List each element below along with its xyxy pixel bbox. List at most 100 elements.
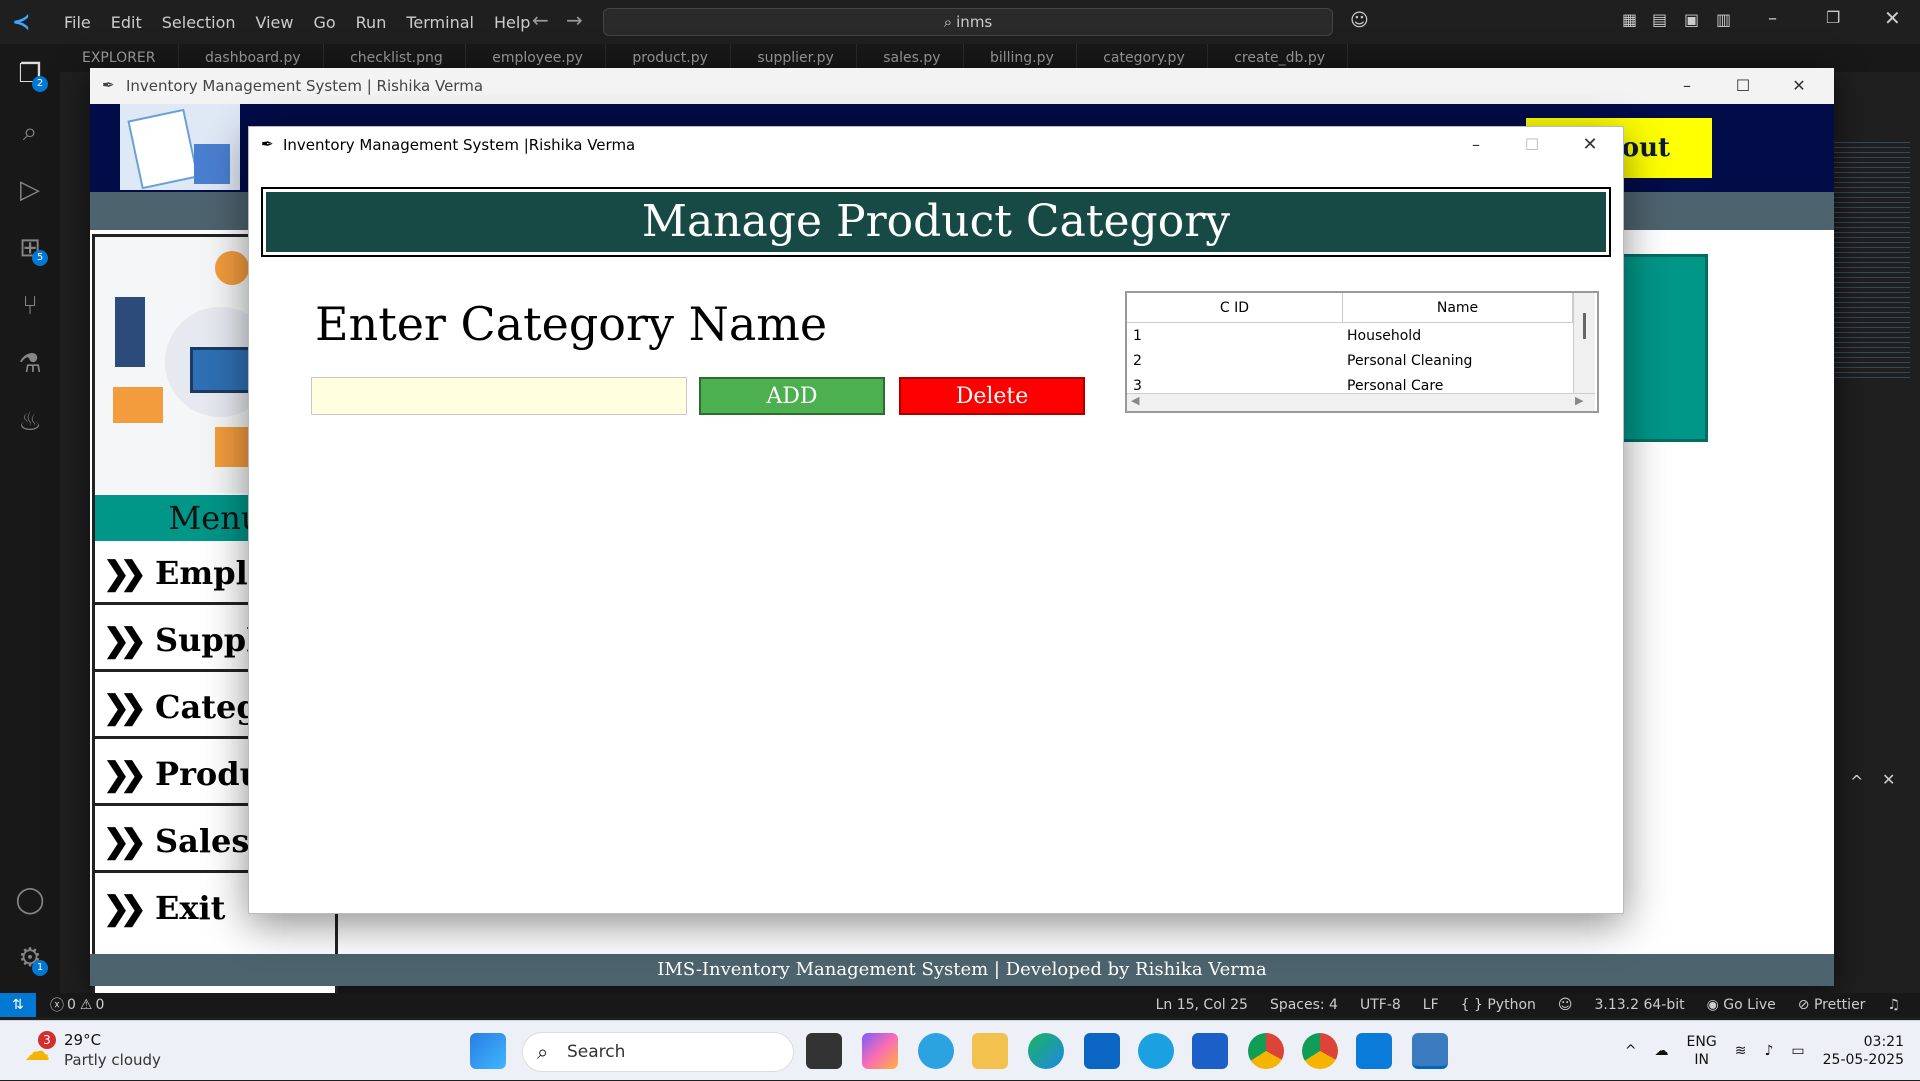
python-app-icon[interactable] xyxy=(1412,1033,1448,1069)
copilot-status-icon[interactable]: ☺ xyxy=(1558,997,1573,1013)
clock[interactable]: 03:21 25-05-2025 xyxy=(1823,1033,1904,1069)
edge-icon[interactable] xyxy=(1028,1033,1064,1069)
table-row[interactable]: 1 Household xyxy=(1127,324,1573,349)
inventory-logo-image xyxy=(120,104,240,190)
minimap[interactable] xyxy=(1830,140,1910,380)
minimize-icon[interactable]: – xyxy=(1768,8,1777,29)
category-table[interactable]: C ID Name 1 Household 2 Personal Cleanin… xyxy=(1125,291,1599,413)
scrollbar-thumb[interactable] xyxy=(1583,313,1586,339)
table-cell-name: Personal Care xyxy=(1347,378,1444,393)
chrome-icon[interactable] xyxy=(1248,1033,1284,1069)
search-view-icon[interactable]: ⌕ xyxy=(14,116,46,148)
column-header-cid[interactable]: C ID xyxy=(1127,293,1343,323)
table-row[interactable]: 3 Personal Care xyxy=(1127,374,1573,393)
menu-sales-label: Sales xyxy=(155,822,250,860)
back-arrow-icon[interactable]: ← xyxy=(532,8,549,32)
panel-maximize-icon[interactable]: ^ xyxy=(1850,772,1863,791)
menu-go[interactable]: Go xyxy=(303,13,345,32)
testing-icon[interactable]: ⚗ xyxy=(14,348,46,380)
category-window: ✒ Inventory Management System |Rishika V… xyxy=(248,126,1624,914)
onedrive-icon[interactable]: ☁ xyxy=(1655,1043,1669,1059)
accounts-badge: 1 xyxy=(32,960,48,976)
errors-icon[interactable]: ⓧ xyxy=(50,995,64,1015)
dashboard-minimize-icon[interactable]: – xyxy=(1664,68,1710,104)
search-icon: ⌕ xyxy=(537,1040,549,1064)
copilot-icon[interactable]: ☺ xyxy=(1350,10,1369,31)
menu-selection[interactable]: Selection xyxy=(152,13,246,32)
extensions-icon[interactable]: ⊞ 5 xyxy=(14,232,48,266)
windows-start-icon[interactable] xyxy=(470,1033,506,1069)
menu-edit[interactable]: Edit xyxy=(101,13,152,32)
panel-close-icon[interactable]: ✕ xyxy=(1882,770,1895,789)
battery-icon[interactable]: ▭ xyxy=(1791,1043,1804,1059)
dashboard-maximize-icon[interactable]: ☐ xyxy=(1720,68,1766,104)
notifications-bell-icon[interactable]: ♫ xyxy=(1887,997,1900,1013)
warnings-count[interactable]: 0 xyxy=(95,997,104,1013)
warnings-icon[interactable]: ⚠ xyxy=(80,997,93,1013)
source-control-icon[interactable]: ⑂ xyxy=(14,290,46,322)
forward-arrow-icon[interactable]: → xyxy=(566,8,583,32)
language-indicator[interactable]: ENG IN xyxy=(1687,1033,1717,1069)
python-icon[interactable]: ♨ xyxy=(14,406,46,438)
delete-category-button[interactable]: Delete xyxy=(899,377,1085,415)
linkedin-icon[interactable] xyxy=(1084,1033,1120,1069)
taskbar-search[interactable]: ⌕ Search xyxy=(522,1032,794,1072)
run-debug-icon[interactable]: ▷ xyxy=(14,174,46,206)
vertical-scrollbar[interactable] xyxy=(1573,293,1595,393)
remote-icon[interactable]: ⇅ xyxy=(0,993,36,1017)
column-header-name[interactable]: Name xyxy=(1343,293,1573,323)
errors-count[interactable]: 0 xyxy=(67,997,76,1013)
python-interpreter[interactable]: 3.13.2 64-bit xyxy=(1595,997,1685,1013)
vscode-taskbar-icon[interactable] xyxy=(1356,1033,1392,1069)
cursor-position[interactable]: Ln 15, Col 25 xyxy=(1156,997,1248,1013)
restore-icon[interactable]: ❐ xyxy=(1826,8,1840,27)
indentation[interactable]: Spaces: 4 xyxy=(1270,997,1338,1013)
task-view-icon[interactable] xyxy=(806,1033,842,1069)
command-center-search[interactable]: ⌕ inms xyxy=(603,8,1333,36)
scroll-left-icon[interactable]: ◀ xyxy=(1131,394,1139,407)
prettier-button[interactable]: ⊘ Prettier xyxy=(1798,997,1866,1013)
tray-overflow-icon[interactable]: ^ xyxy=(1625,1043,1637,1059)
weather-widget[interactable]: ☁ 3 xyxy=(20,1031,60,1071)
help-app-icon[interactable] xyxy=(1138,1033,1174,1069)
scroll-right-icon[interactable]: ▶ xyxy=(1575,394,1583,407)
volume-icon[interactable]: ♪ xyxy=(1764,1043,1773,1059)
table-cell-name: Household xyxy=(1347,328,1422,344)
table-cell-cid: 3 xyxy=(1133,378,1142,393)
file-explorer-icon[interactable] xyxy=(972,1033,1008,1069)
encoding[interactable]: UTF-8 xyxy=(1360,997,1401,1013)
wifi-icon[interactable]: ≋ xyxy=(1735,1043,1747,1059)
category-close-icon[interactable]: ✕ xyxy=(1567,127,1613,163)
add-category-button[interactable]: ADD xyxy=(699,377,885,415)
layout-icon[interactable]: ▦ xyxy=(1622,10,1637,29)
statusbar-left: ⇅ ⓧ 0 ⚠ 0 xyxy=(0,993,104,1017)
vscode-titlebar: ≺ File Edit Selection View Go Run Termin… xyxy=(0,0,1920,44)
explorer-icon[interactable]: ❐ 2 xyxy=(14,58,48,92)
close-icon[interactable]: ✕ xyxy=(1884,6,1901,30)
toggle-sidebar-icon[interactable]: ▤ xyxy=(1652,10,1667,29)
category-minimize-icon[interactable]: – xyxy=(1453,127,1499,163)
settings-gear-icon[interactable]: ⚙ 1 xyxy=(14,942,48,976)
weather-temperature[interactable]: 29°C xyxy=(64,1031,101,1049)
weather-description[interactable]: Partly cloudy xyxy=(64,1051,161,1069)
go-live-button[interactable]: ◉ Go Live xyxy=(1707,997,1776,1013)
table-row[interactable]: 2 Personal Cleaning xyxy=(1127,349,1573,374)
horizontal-scrollbar[interactable]: ◀ ▶ xyxy=(1127,393,1595,411)
copilot-app-icon[interactable] xyxy=(862,1033,898,1069)
accounts-icon[interactable]: ◯ xyxy=(14,884,46,916)
menu-terminal[interactable]: Terminal xyxy=(396,13,484,32)
chrome-profile-icon[interactable] xyxy=(1302,1033,1338,1069)
toggle-panel-icon[interactable]: ▣ xyxy=(1684,10,1699,29)
telegram-icon[interactable] xyxy=(918,1033,954,1069)
menu-file[interactable]: File xyxy=(54,13,101,32)
menu-run[interactable]: Run xyxy=(346,13,397,32)
double-chevron-icon: ❯❯ xyxy=(103,621,147,659)
microsoft-store-icon[interactable] xyxy=(1192,1033,1228,1069)
vscode-statusbar: ⇅ ⓧ 0 ⚠ 0 Ln 15, Col 25 Spaces: 4 UTF-8 … xyxy=(0,993,1920,1017)
toggle-secondary-sidebar-icon[interactable]: ▥ xyxy=(1716,10,1731,29)
language-mode[interactable]: { } Python xyxy=(1461,997,1536,1013)
category-name-input[interactable] xyxy=(311,377,687,415)
line-ending[interactable]: LF xyxy=(1423,997,1439,1013)
dashboard-close-icon[interactable]: ✕ xyxy=(1776,68,1822,104)
menu-view[interactable]: View xyxy=(246,13,304,32)
